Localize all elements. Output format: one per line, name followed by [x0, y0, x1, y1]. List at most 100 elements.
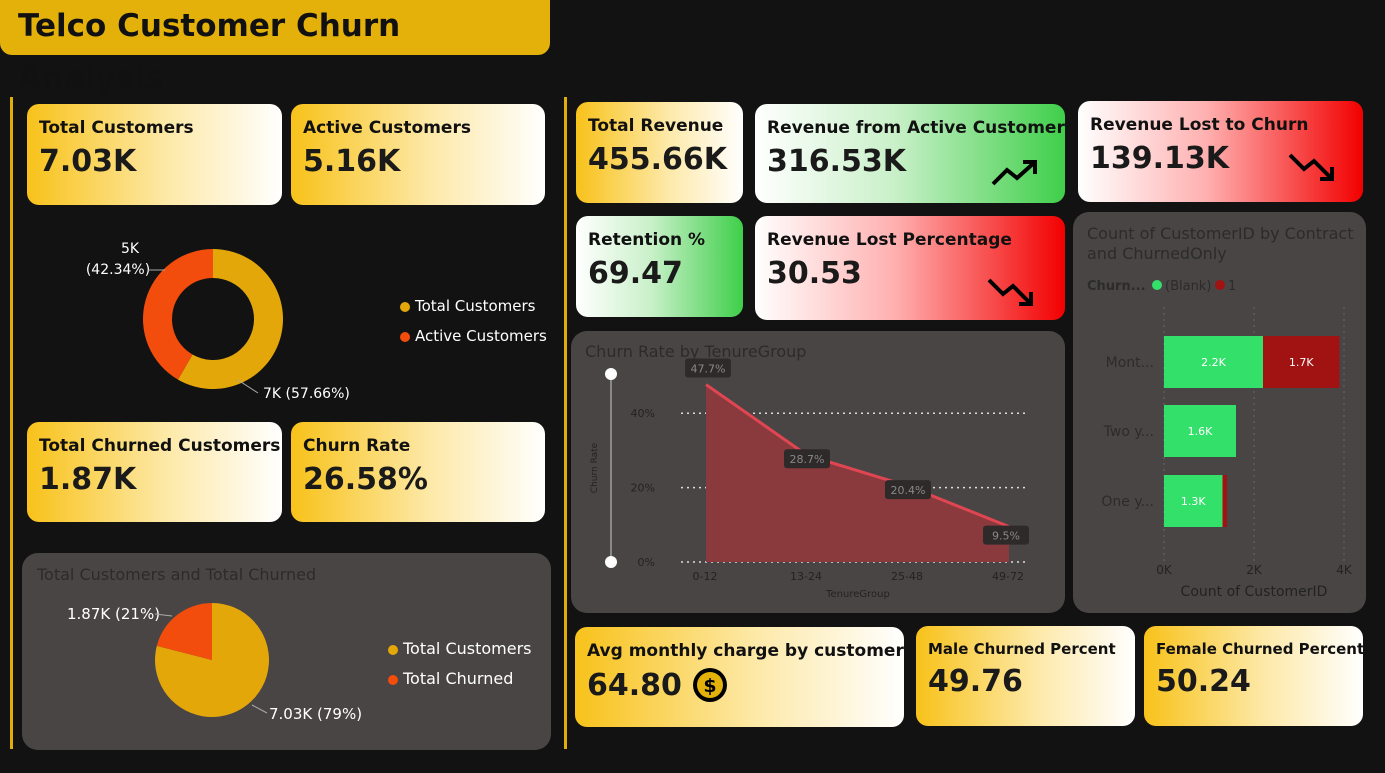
- bar-category-label: Mont...: [1106, 355, 1154, 371]
- area-ytick-label: 0%: [638, 556, 655, 569]
- area-xticks: 0-12 13-24 25-48 49-72: [693, 570, 1024, 583]
- kpi-value: 7.03K: [39, 144, 137, 179]
- bar-legend-churned: 1: [1228, 279, 1236, 294]
- kpi-label: Churn Rate: [303, 436, 411, 456]
- kpi-label: Avg monthly charge by customers: [587, 641, 904, 661]
- kpi-label: Total Revenue: [588, 116, 724, 136]
- kpi-value: 1.87K: [39, 462, 137, 497]
- kpi-value: 64.80: [587, 667, 682, 703]
- trend-up-icon: [991, 160, 1037, 186]
- donut-label-total: 7K (57.66%): [263, 386, 350, 402]
- legend-dot: [400, 331, 410, 342]
- bar-rects: 2.2K 1.7K 1.6K 1.3K: [1164, 336, 1340, 527]
- kpi-active-customers[interactable]: Active Customers 5.16K: [291, 104, 545, 205]
- pie-panel[interactable]: Total Customers and Total Churned 1.87K …: [22, 553, 551, 750]
- kpi-total-churned[interactable]: Total Churned Customers 1.87K: [27, 422, 282, 522]
- area-fill: [706, 384, 1009, 562]
- kpi-avg-monthly[interactable]: Avg monthly charge by customers 64.80 $: [575, 627, 904, 727]
- bar-legend-title: Churn...: [1087, 279, 1146, 294]
- kpi-value: 50.24: [1156, 664, 1251, 699]
- kpi-female-churned[interactable]: Female Churned Percent 50.24: [1144, 626, 1363, 726]
- tenure-xlabel: TenureGroup: [825, 589, 890, 600]
- bar-xtick-label: 0K: [1156, 563, 1173, 577]
- bar-category-label: One y...: [1101, 494, 1154, 510]
- kpi-value-row: 64.80 $: [587, 667, 892, 703]
- kpi-label: Revenue Lost to Churn: [1090, 115, 1309, 135]
- donut-label-active-pct: (42.34%): [86, 262, 150, 278]
- donut-label-active-value: 5K: [121, 241, 140, 257]
- pie-legend-total: Total Customers: [388, 639, 532, 658]
- pie-legend-churned: Total Churned: [388, 669, 513, 688]
- area-data-label: 28.7%: [790, 453, 825, 466]
- bar-data-label: 1.6K: [1188, 425, 1213, 438]
- kpi-value: 69.47: [588, 256, 683, 291]
- bar-legend-blank: (Blank): [1165, 279, 1211, 294]
- kpi-label: Active Customers: [303, 118, 471, 138]
- legend-dot: [388, 644, 398, 655]
- kpi-revenue-lost-pct[interactable]: Revenue Lost Percentage 30.53: [755, 216, 1065, 320]
- bar-data-label: 1.7K: [1289, 356, 1314, 369]
- contract-bar-chart[interactable]: Count of CustomerID by Contract and Chur…: [1073, 212, 1366, 613]
- kpi-churn-rate[interactable]: Churn Rate 26.58%: [291, 422, 545, 522]
- kpi-label: Female Churned Percent: [1156, 640, 1363, 658]
- area-data-label: 20.4%: [891, 484, 926, 497]
- kpi-male-churned[interactable]: Male Churned Percent 49.76: [916, 626, 1135, 726]
- kpi-value: 455.66K: [588, 142, 728, 177]
- contract-bar-panel[interactable]: Count of CustomerID by Contract and Chur…: [1073, 212, 1366, 613]
- kpi-value: 26.58%: [303, 462, 428, 497]
- legend-dot: [388, 674, 398, 685]
- kpi-revenue-lost[interactable]: Revenue Lost to Churn 139.13K: [1078, 101, 1363, 202]
- bar-legend-dot-blank: [1152, 280, 1162, 290]
- area-xtick-label: 25-48: [891, 570, 923, 583]
- svg-text:$: $: [703, 675, 716, 697]
- kpi-label: Retention %: [588, 230, 706, 250]
- kpi-revenue-active[interactable]: Revenue from Active Customers 316.53K: [755, 104, 1065, 203]
- pie-label-churned: 1.87K (21%): [67, 605, 160, 623]
- pie-slices[interactable]: [155, 603, 269, 717]
- range-slider-handle-bottom[interactable]: [605, 556, 617, 568]
- pie-leader-total: [251, 704, 268, 714]
- left-divider: [10, 97, 13, 749]
- bar-xlabel: Count of CustomerID: [1181, 584, 1328, 600]
- bar-xticks: 0K 2K 4K: [1156, 563, 1353, 577]
- kpi-label: Revenue Lost Percentage: [767, 230, 1012, 250]
- trend-down-icon: [1288, 153, 1334, 181]
- bar-xtick-label: 4K: [1336, 563, 1353, 577]
- tenure-area-chart[interactable]: Churn Rate 0%20%40% 47.7%28.7%20.4%9.5% …: [571, 331, 1065, 613]
- area-ytick-label: 20%: [631, 482, 655, 495]
- tenure-area-panel[interactable]: Churn Rate by TenureGroup Churn Rate 0% 2…: [571, 331, 1065, 613]
- kpi-label: Male Churned Percent: [928, 640, 1116, 658]
- middle-divider: [564, 97, 567, 749]
- pie-label-total: 7.03K (79%): [269, 705, 362, 723]
- area-xtick-label: 49-72: [992, 570, 1024, 583]
- bar-data-label: 2.2K: [1201, 356, 1226, 369]
- donut-chart[interactable]: 5K (42.34%) 7K (57.66%): [20, 230, 560, 415]
- kpi-value: 5.16K: [303, 144, 401, 179]
- legend-dot: [400, 301, 410, 312]
- kpi-total-revenue[interactable]: Total Revenue 455.66K: [576, 102, 743, 203]
- bar-category-label: Two y...: [1103, 424, 1154, 440]
- trend-down-icon: [987, 278, 1033, 306]
- area-yticks: 0% 20% 40%: [631, 407, 655, 569]
- area-ytick-label: 40%: [631, 407, 655, 420]
- kpi-label: Total Customers: [39, 118, 194, 138]
- donut-leader-total: [237, 379, 259, 394]
- area-data-label: 9.5%: [992, 530, 1020, 543]
- bar-title-line1: Count of CustomerID by Contract: [1087, 224, 1354, 243]
- kpi-total-customers[interactable]: Total Customers 7.03K: [27, 104, 282, 205]
- tenure-ylabel: Churn Rate: [590, 442, 600, 493]
- range-slider-handle-top[interactable]: [605, 368, 617, 380]
- donut-legend-total: Total Customers: [400, 297, 535, 315]
- bar-title-line2: and ChurnedOnly: [1087, 244, 1227, 263]
- bar-xtick-label: 2K: [1246, 563, 1263, 577]
- area-xtick-label: 13-24: [790, 570, 822, 583]
- dashboard-title: Telco Customer Churn Analysis: [0, 0, 550, 96]
- kpi-value: 49.76: [928, 664, 1023, 699]
- bar-data-label: 1.3K: [1181, 495, 1206, 508]
- kpi-retention[interactable]: Retention % 69.47: [576, 216, 743, 317]
- bar-legend-dot-churned: [1215, 280, 1225, 290]
- bar-rect-1: [1222, 475, 1227, 527]
- dollar-coin-icon: $: [692, 668, 727, 702]
- legend-label: Total Customers: [403, 639, 532, 658]
- legend-label: Total Churned: [403, 669, 514, 688]
